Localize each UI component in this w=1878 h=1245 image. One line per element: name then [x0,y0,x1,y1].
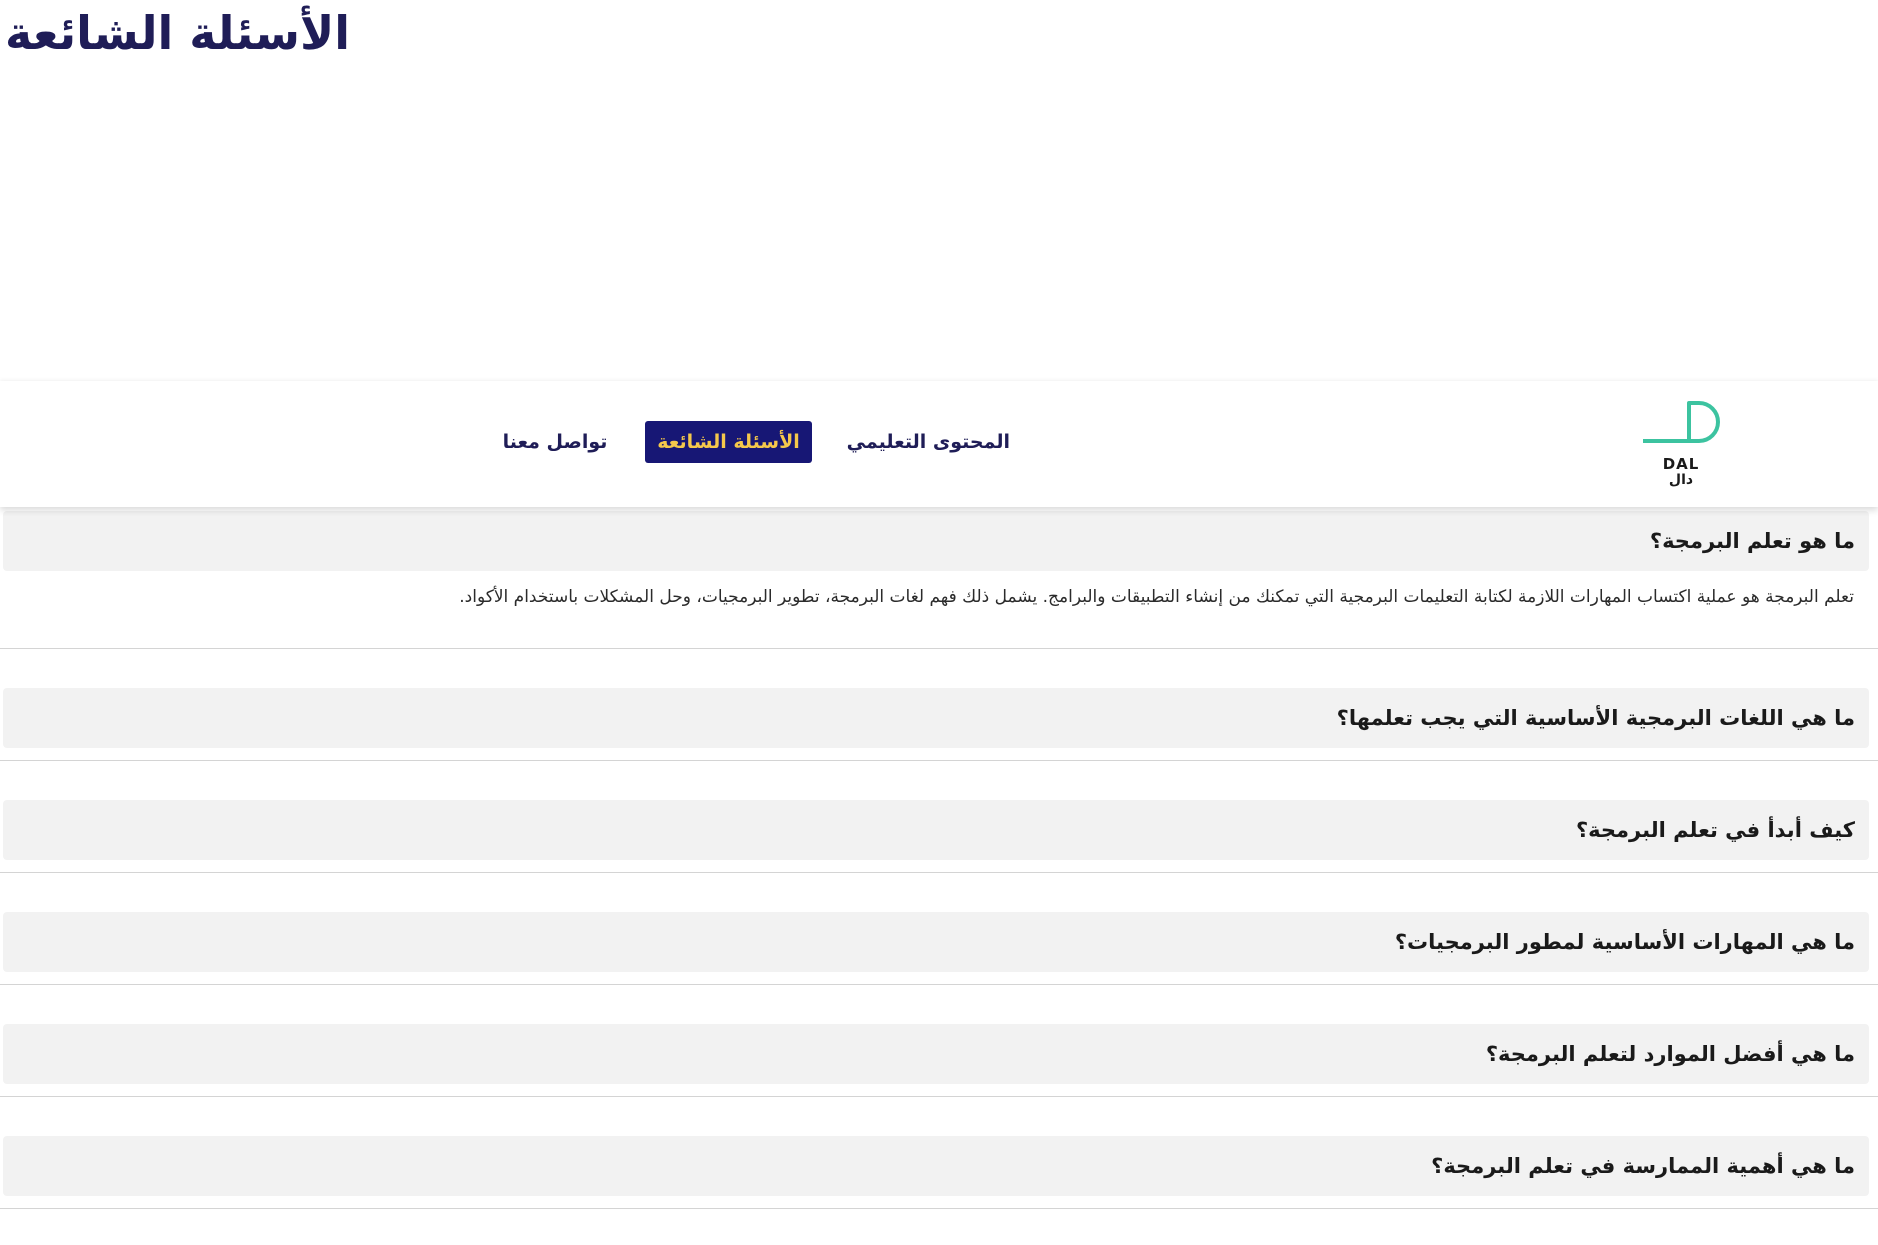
logo-text-ar: دال [1668,472,1694,488]
dal-logo-icon [1643,401,1720,443]
faq-item: ما هي اللغات البرمجية الأساسية التي يجب … [0,649,1878,761]
page-title-text: الأسئلة الشائعة [5,6,350,60]
faq-item: ما هي أهمية الممارسة في تعلم البرمجة؟ [0,1097,1878,1209]
nav-link-content[interactable]: المحتوى التعليمي [847,421,1010,463]
faq-question[interactable]: ما هي المهارات الأساسية لمطور البرمجيات؟ [3,912,1869,972]
faq-question[interactable]: ما هو تعلم البرمجة؟ [3,511,1869,571]
nav-link-contact[interactable]: تواصل معنا [500,421,610,463]
dal-logo[interactable]: DAL دال [1635,399,1725,491]
logo-text-en: DAL [1662,455,1700,473]
faq-answer: تعلم البرمجة هو عملية اكتساب المهارات ال… [459,587,1854,607]
faq-question[interactable]: ما هي أهمية الممارسة في تعلم البرمجة؟ [3,1136,1869,1196]
faq-question[interactable]: ما هي أفضل الموارد لتعلم البرمجة؟ [3,1024,1869,1084]
navbar: DAL دال المحتوى التعليمي الأسئلة الشائعة… [0,381,1878,507]
faq-item: ما هي المهارات الأساسية لمطور البرمجيات؟ [0,873,1878,985]
faq-question[interactable]: ما هي اللغات البرمجية الأساسية التي يجب … [3,688,1869,748]
faq-item: كيف أبدأ في تعلم البرمجة؟ [0,761,1878,873]
page-title: الأسئلة الشائعة [0,0,350,80]
faq-question[interactable]: كيف أبدأ في تعلم البرمجة؟ [3,800,1869,860]
faq-item: ما هو تعلم البرمجة؟ تعلم البرمجة هو عملي… [0,507,1878,649]
faq-item: ما هي أفضل الموارد لتعلم البرمجة؟ [0,985,1878,1097]
nav-link-faq[interactable]: الأسئلة الشائعة [645,421,812,463]
